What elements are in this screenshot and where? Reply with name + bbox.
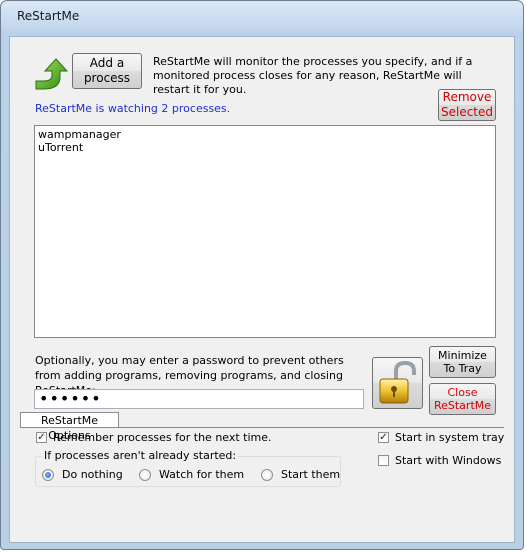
up-arrow-icon xyxy=(35,58,68,90)
start-with-windows-checkbox[interactable]: Start with Windows xyxy=(378,454,501,467)
padlock-icon xyxy=(379,361,416,404)
radio-button[interactable] xyxy=(139,468,151,481)
checkbox-label: Start in system tray xyxy=(395,431,505,444)
app-window: ReStartMe Add a process ReStartMe will m… xyxy=(0,0,524,550)
close-restartme-button[interactable]: Close ReStartMe xyxy=(429,383,496,415)
radio-button[interactable] xyxy=(42,468,54,481)
radio-do-nothing[interactable]: Do nothing xyxy=(42,468,123,481)
radio-button[interactable] xyxy=(261,468,273,481)
list-item[interactable]: uTorrent xyxy=(37,141,493,154)
status-text: ReStartMe is watching 2 processes. xyxy=(35,102,231,115)
checkbox-box[interactable]: ✓ xyxy=(36,432,47,443)
add-process-button[interactable]: Add a process xyxy=(72,53,142,89)
lock-button[interactable] xyxy=(372,357,423,409)
tab-restartme-options[interactable]: ReStartMe Options xyxy=(20,412,119,442)
checkbox-box[interactable] xyxy=(378,455,389,466)
radio-watch-for-them[interactable]: Watch for them xyxy=(139,468,244,481)
list-item[interactable]: wampmanager xyxy=(37,128,493,141)
process-list[interactable]: wampmanager uTorrent xyxy=(34,125,496,338)
radio-label: Start them xyxy=(281,468,341,481)
radio-label: Watch for them xyxy=(159,468,245,481)
remove-selected-button[interactable]: Remove Selected xyxy=(438,89,496,121)
minimize-to-tray-button[interactable]: Minimize To Tray xyxy=(429,346,496,378)
checkbox-label: Start with Windows xyxy=(395,454,502,467)
radio-label: Do nothing xyxy=(62,468,123,481)
checkbox-label: Remember processes for the next time. xyxy=(53,431,272,444)
window-title: ReStartMe xyxy=(17,9,80,23)
password-field[interactable]: •••••• xyxy=(34,389,364,409)
title-bar[interactable]: ReStartMe xyxy=(1,1,523,31)
groupbox-label: If processes aren't already started: xyxy=(42,449,239,462)
checkbox-box[interactable]: ✓ xyxy=(378,432,389,443)
remember-processes-checkbox[interactable]: ✓ Remember processes for the next time. xyxy=(36,431,272,444)
start-in-tray-checkbox[interactable]: ✓ Start in system tray xyxy=(378,431,504,444)
radio-start-them[interactable]: Start them xyxy=(261,468,340,481)
client-area: Add a process ReStartMe will monitor the… xyxy=(9,36,515,543)
